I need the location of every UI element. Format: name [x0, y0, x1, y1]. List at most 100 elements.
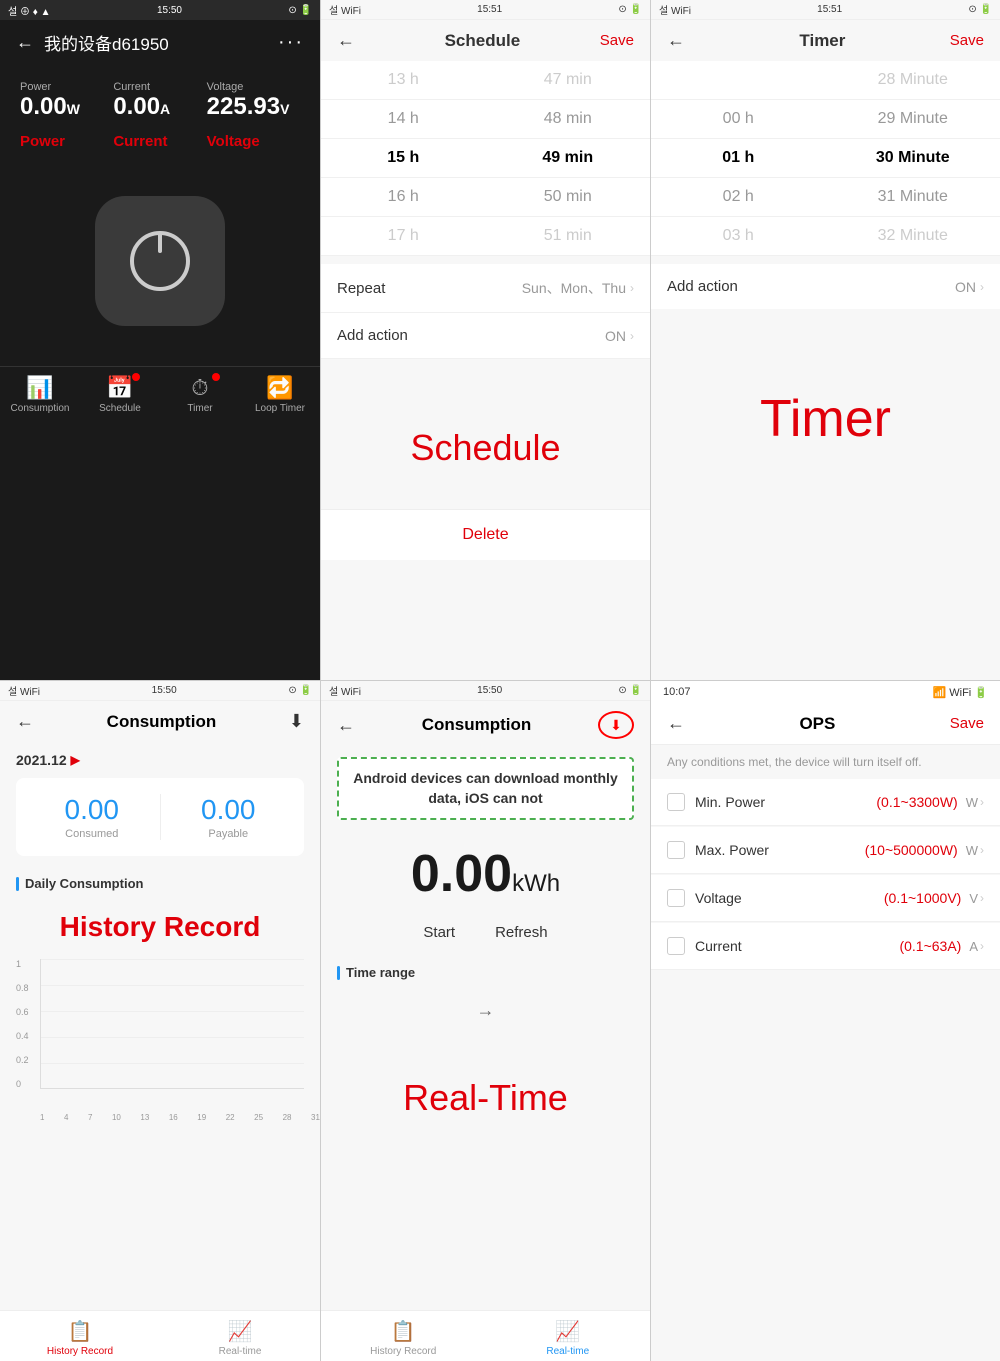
max-power-name: Max. Power — [695, 842, 865, 858]
max-power-arrow: › — [980, 843, 984, 857]
timer-min-0: 28 Minute — [826, 71, 1000, 89]
add-action-row-timer[interactable]: Add action ON › — [651, 264, 1000, 309]
current-unit: A — [969, 939, 978, 954]
nav-realtime-left[interactable]: 📈 Real-time — [160, 1319, 320, 1357]
ops-back[interactable]: ← — [667, 713, 685, 734]
schedule-time-picker: 13 h 47 min 14 h 48 min 15 h 49 min 16 h… — [321, 61, 650, 256]
ops-save[interactable]: Save — [950, 715, 984, 732]
current-value: 0.00A — [113, 93, 206, 121]
timer-hour-0 — [651, 71, 826, 89]
nav-consumption[interactable]: 📊 Consumption — [0, 375, 80, 414]
status-right-4: ⊙ 🔋 — [288, 685, 312, 696]
schedule-watermark: Schedule — [321, 367, 650, 509]
nav-schedule[interactable]: 📅 Schedule — [80, 375, 160, 414]
status-time-2: 15:51 — [477, 4, 502, 15]
timer-back[interactable]: ← — [667, 30, 685, 51]
min-power-checkbox[interactable] — [667, 793, 685, 811]
metrics-container: Power 0.00W Current 0.00A Voltage 225.93… — [0, 65, 320, 129]
schedule-save[interactable]: Save — [600, 32, 634, 49]
download-circle-button[interactable]: ⬇ — [598, 711, 634, 739]
consumption-mid-actions: Start Refresh — [321, 912, 650, 953]
min-0: 47 min — [486, 71, 651, 89]
chart-grid — [40, 959, 304, 1089]
kwh-unit: kWh — [512, 870, 560, 897]
status-left-3: 설 WiFi — [659, 2, 691, 17]
download-button-left[interactable]: ⬇ — [289, 711, 304, 732]
timer-watermark: Timer — [651, 309, 1000, 509]
consumption-mid-back[interactable]: ← — [337, 715, 355, 736]
timer-badge — [212, 373, 220, 381]
status-left-2: 설 WiFi — [329, 2, 361, 17]
max-power-unit: W — [966, 843, 978, 858]
max-power-checkbox[interactable] — [667, 841, 685, 859]
refresh-button[interactable]: Refresh — [495, 924, 548, 941]
min-power-range: (0.1~3300W) — [876, 794, 957, 810]
min-3: 50 min — [486, 188, 651, 206]
android-notice: Android devices can download monthly dat… — [337, 757, 634, 820]
more-button-1[interactable]: ··· — [278, 31, 304, 54]
consumption-left-nav: 📋 History Record 📈 Real-time — [0, 1310, 320, 1361]
schedule-back[interactable]: ← — [337, 30, 355, 51]
nav-realtime-mid[interactable]: 📈 Real-time — [486, 1319, 651, 1357]
time-range-label: Time range — [337, 965, 634, 980]
loop-timer-icon: 🔁 — [266, 375, 293, 401]
timer-panel: 설 WiFi 15:51 ⊙ 🔋 ← Timer Save 28 Minute … — [650, 0, 1000, 680]
status-bar-3: 설 WiFi 15:51 ⊙ 🔋 — [651, 0, 1000, 20]
consumed-item: 0.00 Consumed — [32, 794, 152, 840]
consumption-date[interactable]: 2021.12 ▶ — [0, 742, 320, 778]
timer-hour-4: 03 h — [651, 227, 826, 245]
nav-history-record-left[interactable]: 📋 History Record — [0, 1319, 160, 1357]
start-button[interactable]: Start — [423, 924, 455, 941]
daily-consumption-title: Daily Consumption — [0, 868, 320, 895]
voltage-range: (0.1~1000V) — [884, 890, 961, 906]
daily-title-text: Daily Consumption — [25, 876, 143, 891]
status-bar-1: 설 ⊕ ♦ ▲ 15:50 ⊙ 🔋 — [0, 0, 320, 20]
power-label: Power — [20, 81, 113, 93]
hour-1: 14 h — [321, 110, 486, 128]
current-name: Current — [695, 938, 899, 954]
status-left-1: 설 ⊕ ♦ ▲ — [8, 3, 51, 18]
min-power-arrow: › — [980, 795, 984, 809]
consumption-left-back[interactable]: ← — [16, 711, 34, 732]
power-button-area — [0, 166, 320, 366]
time-row-3: 16 h 50 min — [321, 178, 650, 217]
timer-row-3: 02 h 31 Minute — [651, 178, 1000, 217]
ops-panel: 10:07 📶 WiFi 🔋 ← OPS Save Any conditions… — [650, 680, 1000, 1361]
status-bar-4: 설 WiFi 15:50 ⊙ 🔋 — [0, 681, 320, 701]
time-range-text: Time range — [346, 965, 415, 980]
ops-notice: Any conditions met, the device will turn… — [651, 745, 1000, 779]
min-power-name: Min. Power — [695, 794, 876, 810]
power-button[interactable] — [95, 196, 225, 326]
voltage-checkbox[interactable] — [667, 889, 685, 907]
nav-timer[interactable]: ⏱ Timer — [160, 375, 240, 414]
repeat-row[interactable]: Repeat Sun、Mon、Thu › — [321, 264, 650, 313]
hour-2: 15 h — [321, 149, 486, 167]
timer-row-4: 03 h 32 Minute — [651, 217, 1000, 256]
schedule-icon: 📅 — [106, 375, 133, 401]
delete-button[interactable]: Delete — [321, 509, 650, 560]
consumed-value: 0.00 — [32, 794, 152, 826]
schedule-title: Schedule — [365, 31, 600, 51]
metric-labels: Power Current Voltage — [0, 129, 320, 166]
back-button-1[interactable]: ← — [16, 32, 34, 53]
timer-row-2: 01 h 30 Minute — [651, 139, 1000, 178]
timer-icon: ⏱ — [191, 375, 208, 401]
consumption-mid-title: Consumption — [355, 715, 598, 735]
history-record-label-mid: History Record — [370, 1346, 436, 1357]
time-row-1: 14 h 48 min — [321, 100, 650, 139]
add-action-row-schedule[interactable]: Add action ON › — [321, 313, 650, 359]
current-checkbox[interactable] — [667, 937, 685, 955]
voltage-arrow: › — [980, 891, 984, 905]
min-power-unit: W — [966, 795, 978, 810]
status-left-4: 설 WiFi — [8, 683, 40, 698]
nav-history-record-mid[interactable]: 📋 History Record — [321, 1319, 486, 1357]
consumption-summary: 0.00 Consumed 0.00 Payable — [16, 778, 304, 856]
timer-title: Timer — [695, 31, 950, 51]
timer-save[interactable]: Save — [950, 32, 984, 49]
nav-loop-timer[interactable]: 🔁 Loop Timer — [240, 375, 320, 414]
ops-row-voltage: Voltage (0.1~1000V) V › — [651, 875, 1000, 922]
schedule-settings: Repeat Sun、Mon、Thu › Add action ON › — [321, 264, 650, 359]
timer-hour-3: 02 h — [651, 188, 826, 206]
min-1: 48 min — [486, 110, 651, 128]
hour-3: 16 h — [321, 188, 486, 206]
